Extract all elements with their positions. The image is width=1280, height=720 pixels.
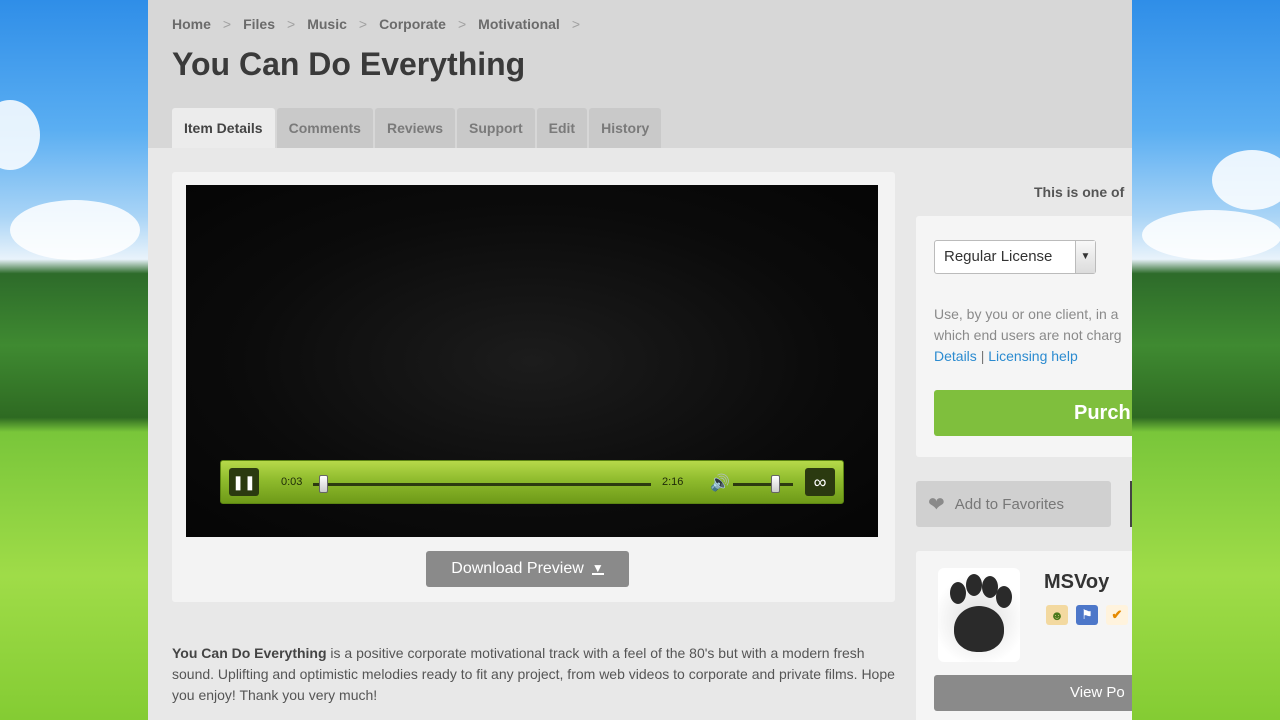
preview-player-card: ❚❚ 0:03 2:16 🔊 ∞ Download Preview ▼ [172, 172, 895, 602]
tab-item-details[interactable]: Item Details [172, 108, 275, 148]
breadcrumb-music[interactable]: Music [307, 16, 347, 32]
license-card: Regular License ▼ Use, by you or one cli… [916, 216, 1132, 457]
breadcrumb-home[interactable]: Home [172, 16, 211, 32]
license-select[interactable]: Regular License ▼ [934, 240, 1096, 274]
dropdown-arrow-icon[interactable]: ▼ [1075, 241, 1095, 273]
description-title: You Can Do Everything [172, 645, 327, 661]
tab-edit[interactable]: Edit [536, 108, 588, 148]
page-header: Home > Files > Music > Corporate > Motivatio… [148, 0, 1132, 148]
page: Home > Files > Music > Corporate > Motivatio… [148, 0, 1132, 720]
pause-icon[interactable]: ❚❚ [229, 468, 259, 496]
license-select-value: Regular License [944, 248, 1053, 265]
breadcrumb: Home > Files > Music > Corporate > Motivatio… [172, 16, 592, 32]
volume-handle[interactable] [771, 475, 780, 493]
author-name[interactable]: MSVoy [1044, 571, 1109, 594]
download-preview-button[interactable]: Download Preview ▼ [426, 551, 629, 587]
checkmark-badge-icon: ✔ [1106, 605, 1128, 625]
license-description: Use, by you or one client, in a which en… [934, 304, 1132, 346]
tab-support[interactable]: Support [457, 108, 535, 148]
tab-comments[interactable]: Comments [276, 108, 373, 148]
breadcrumb-motivational[interactable]: Motivational [478, 16, 560, 32]
purchase-button[interactable]: Purch [934, 390, 1132, 436]
chevron-right-icon: > [287, 16, 296, 32]
current-time: 0:03 [281, 476, 303, 488]
chevron-right-icon: > [457, 16, 467, 32]
chevron-right-icon: > [571, 16, 581, 32]
view-portfolio-button[interactable]: View Po [934, 675, 1132, 711]
chevron-right-icon: > [358, 16, 368, 32]
seek-handle[interactable] [318, 475, 328, 493]
volume-track[interactable] [733, 483, 793, 486]
background-scenery-left [0, 0, 148, 720]
author-card: MSVoy ☻ ⚑ ✔ View Po [916, 551, 1132, 720]
item-description: You Can Do Everything is a positive corp… [172, 643, 896, 706]
download-arrow-icon: ▼ [591, 561, 604, 575]
tab-bar: Item Details Comments Reviews Support Ed… [172, 108, 662, 148]
license-text-line1: Use, by you or one client, in a [934, 306, 1119, 322]
page-title: You Can Do Everything [172, 46, 526, 82]
details-link[interactable]: Details [934, 348, 977, 364]
heart-icon: ❤ [928, 493, 945, 516]
seek-track[interactable] [313, 483, 651, 486]
link-separator: | [980, 348, 985, 364]
chevron-right-icon: > [222, 16, 232, 32]
author-badges: ☻ ⚑ ✔ [1046, 605, 1128, 625]
author-avatar[interactable] [938, 568, 1020, 662]
flag-badge-icon: ⚑ [1076, 605, 1098, 625]
tab-history[interactable]: History [589, 108, 662, 148]
adjacent-button-edge[interactable] [1130, 481, 1132, 527]
duration-time: 2:16 [662, 476, 684, 488]
license-text-line2: which end users are not charg [934, 327, 1122, 343]
license-links: Details | Licensing help [934, 346, 1078, 367]
video-screen[interactable]: ❚❚ 0:03 2:16 🔊 ∞ [186, 185, 878, 537]
add-to-favorites-button[interactable]: ❤ Add to Favorites [916, 481, 1111, 527]
download-preview-label: Download Preview [451, 560, 584, 577]
volume-icon[interactable]: 🔊 [710, 473, 730, 493]
loop-icon[interactable]: ∞ [805, 468, 835, 496]
breadcrumb-corporate[interactable]: Corporate [379, 16, 446, 32]
user-badge-icon: ☻ [1046, 605, 1068, 625]
background-scenery-right [1132, 0, 1280, 720]
player-controls: ❚❚ 0:03 2:16 🔊 ∞ [220, 460, 844, 504]
side-note: This is one of [1034, 184, 1125, 200]
licensing-help-link[interactable]: Licensing help [988, 348, 1078, 364]
breadcrumb-files[interactable]: Files [243, 16, 275, 32]
tab-reviews[interactable]: Reviews [374, 108, 455, 148]
add-to-favorites-label: Add to Favorites [954, 495, 1064, 513]
